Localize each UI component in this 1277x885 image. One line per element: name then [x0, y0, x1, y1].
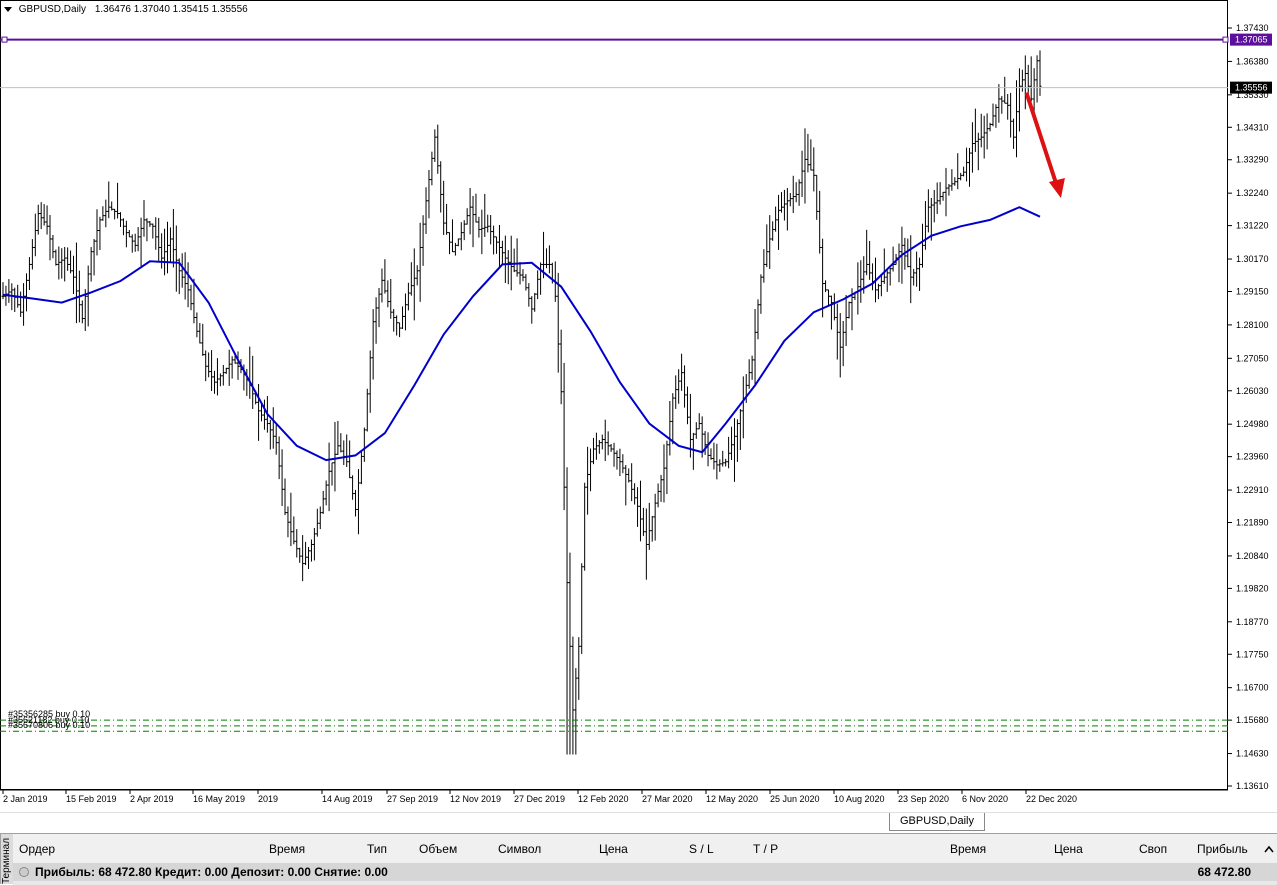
y-tick-label: 1.32240	[1236, 188, 1269, 198]
x-tick-label: 12 Nov 2019	[450, 794, 501, 804]
x-tick-label: 27 Sep 2019	[387, 794, 438, 804]
price-tag-label: 1.35556	[1235, 83, 1268, 93]
annotation-arrow-head	[1048, 178, 1065, 199]
col-price[interactable]: Цена	[599, 842, 628, 856]
y-tick-label: 1.15680	[1236, 715, 1269, 725]
y-tick-label: 1.30170	[1236, 254, 1269, 264]
x-tick-label: 12 Feb 2020	[578, 794, 629, 804]
chart-menu-arrow-icon[interactable]	[4, 6, 12, 12]
y-tick-label: 1.16700	[1236, 683, 1269, 693]
y-tick-label: 1.26030	[1236, 386, 1269, 396]
order-label[interactable]: #35670806 buy 0.10	[8, 720, 90, 730]
chart-area[interactable]: 1.37430 1.36380 1.35330 1.34310 1.33290 1.322…	[0, 0, 1277, 808]
col-swap[interactable]: Своп	[1139, 842, 1167, 856]
y-tick-label: 1.28100	[1236, 320, 1269, 330]
y-tick-label: 1.33290	[1236, 155, 1269, 165]
y-tick-label: 1.23960	[1236, 452, 1269, 462]
terminal-panel: Терминал Ордер Время Тип Объем Символ Це…	[0, 833, 1277, 885]
col-symbol[interactable]: Символ	[498, 842, 541, 856]
y-tick-label: 1.37430	[1236, 23, 1269, 33]
y-tick-label: 1.31220	[1236, 221, 1269, 231]
col-tp[interactable]: T / P	[753, 842, 778, 856]
x-tick-label: 2019	[258, 794, 278, 804]
col-time-2[interactable]: Время	[950, 842, 986, 856]
x-tick-label: 22 Dec 2020	[1026, 794, 1077, 804]
chart-title: GBPUSD,Daily 1.36476 1.37040 1.35415 1.3…	[4, 4, 248, 15]
x-tick-label: 2 Apr 2019	[130, 794, 174, 804]
annotation-arrow-shaft	[1024, 91, 1059, 187]
summary-text: Прибыль: 68 472.80 Кредит: 0.00 Депозит:…	[35, 865, 388, 879]
line-handle-right	[1222, 36, 1229, 43]
chart-tab-bar: GBPUSD,Daily	[0, 812, 1277, 833]
col-profit[interactable]: Прибыль	[1197, 842, 1248, 856]
x-tick-label: 27 Mar 2020	[642, 794, 693, 804]
col-volume[interactable]: Объем	[419, 842, 457, 856]
x-tick-label: 6 Nov 2020	[962, 794, 1008, 804]
col-sl[interactable]: S / L	[689, 842, 714, 856]
y-tick-label: 1.20840	[1236, 551, 1269, 561]
x-tick-label: 10 Aug 2020	[834, 794, 885, 804]
y-tick-label: 1.18770	[1236, 617, 1269, 627]
x-tick-label: 2 Jan 2019	[3, 794, 48, 804]
status-circle-icon	[19, 867, 29, 877]
x-tick-label: 14 Aug 2019	[322, 794, 373, 804]
col-time[interactable]: Время	[269, 842, 305, 856]
y-tick-label: 1.19820	[1236, 583, 1269, 593]
y-tick-label: 1.24980	[1236, 419, 1269, 429]
col-price-2[interactable]: Цена	[1054, 842, 1083, 856]
x-tick-label: 15 Feb 2019	[66, 794, 117, 804]
scroll-up-icon[interactable]	[1264, 845, 1274, 853]
y-tick-label: 1.34310	[1236, 122, 1269, 132]
col-order[interactable]: Ордер	[19, 842, 55, 856]
y-tick-label: 1.21890	[1236, 518, 1269, 528]
chart-frame	[0, 0, 1228, 790]
price-tag-label: 1.37065	[1235, 35, 1268, 45]
x-tick-label: 16 May 2019	[193, 794, 245, 804]
y-tick-label: 1.36380	[1236, 56, 1269, 66]
x-tick-label: 12 May 2020	[706, 794, 758, 804]
summary-total-profit: 68 472.80	[1197, 865, 1251, 879]
chart-symbol-label: GBPUSD,Daily	[18, 4, 87, 15]
x-tick-label: 25 Jun 2020	[770, 794, 820, 804]
price-chart[interactable]: 1.374301.363801.353301.343101.332901.322…	[0, 0, 1277, 808]
col-type[interactable]: Тип	[367, 842, 387, 856]
y-tick-label: 1.17750	[1236, 649, 1269, 659]
x-tick-label: 23 Sep 2020	[898, 794, 949, 804]
terminal-header-row: Ордер Время Тип Объем Символ Цена S / L …	[13, 839, 1277, 857]
y-tick-label: 1.22910	[1236, 485, 1269, 495]
y-tick-label: 1.14630	[1236, 749, 1269, 759]
x-tick-label: 27 Dec 2019	[514, 794, 565, 804]
terminal-side-label[interactable]: Терминал	[0, 834, 13, 884]
y-tick-label: 1.13610	[1236, 781, 1269, 791]
terminal-bottom-tabs[interactable]	[13, 881, 1277, 885]
line-handle-left	[1, 36, 8, 43]
y-tick-label: 1.29150	[1236, 286, 1269, 296]
y-tick-label: 1.27050	[1236, 353, 1269, 363]
chart-ohlc-readout: 1.36476 1.37040 1.35415 1.35556	[94, 4, 248, 15]
tab-gbpusd-daily[interactable]: GBPUSD,Daily	[889, 813, 985, 831]
terminal-summary-row[interactable]: Прибыль: 68 472.80 Кредит: 0.00 Депозит:…	[13, 863, 1277, 881]
